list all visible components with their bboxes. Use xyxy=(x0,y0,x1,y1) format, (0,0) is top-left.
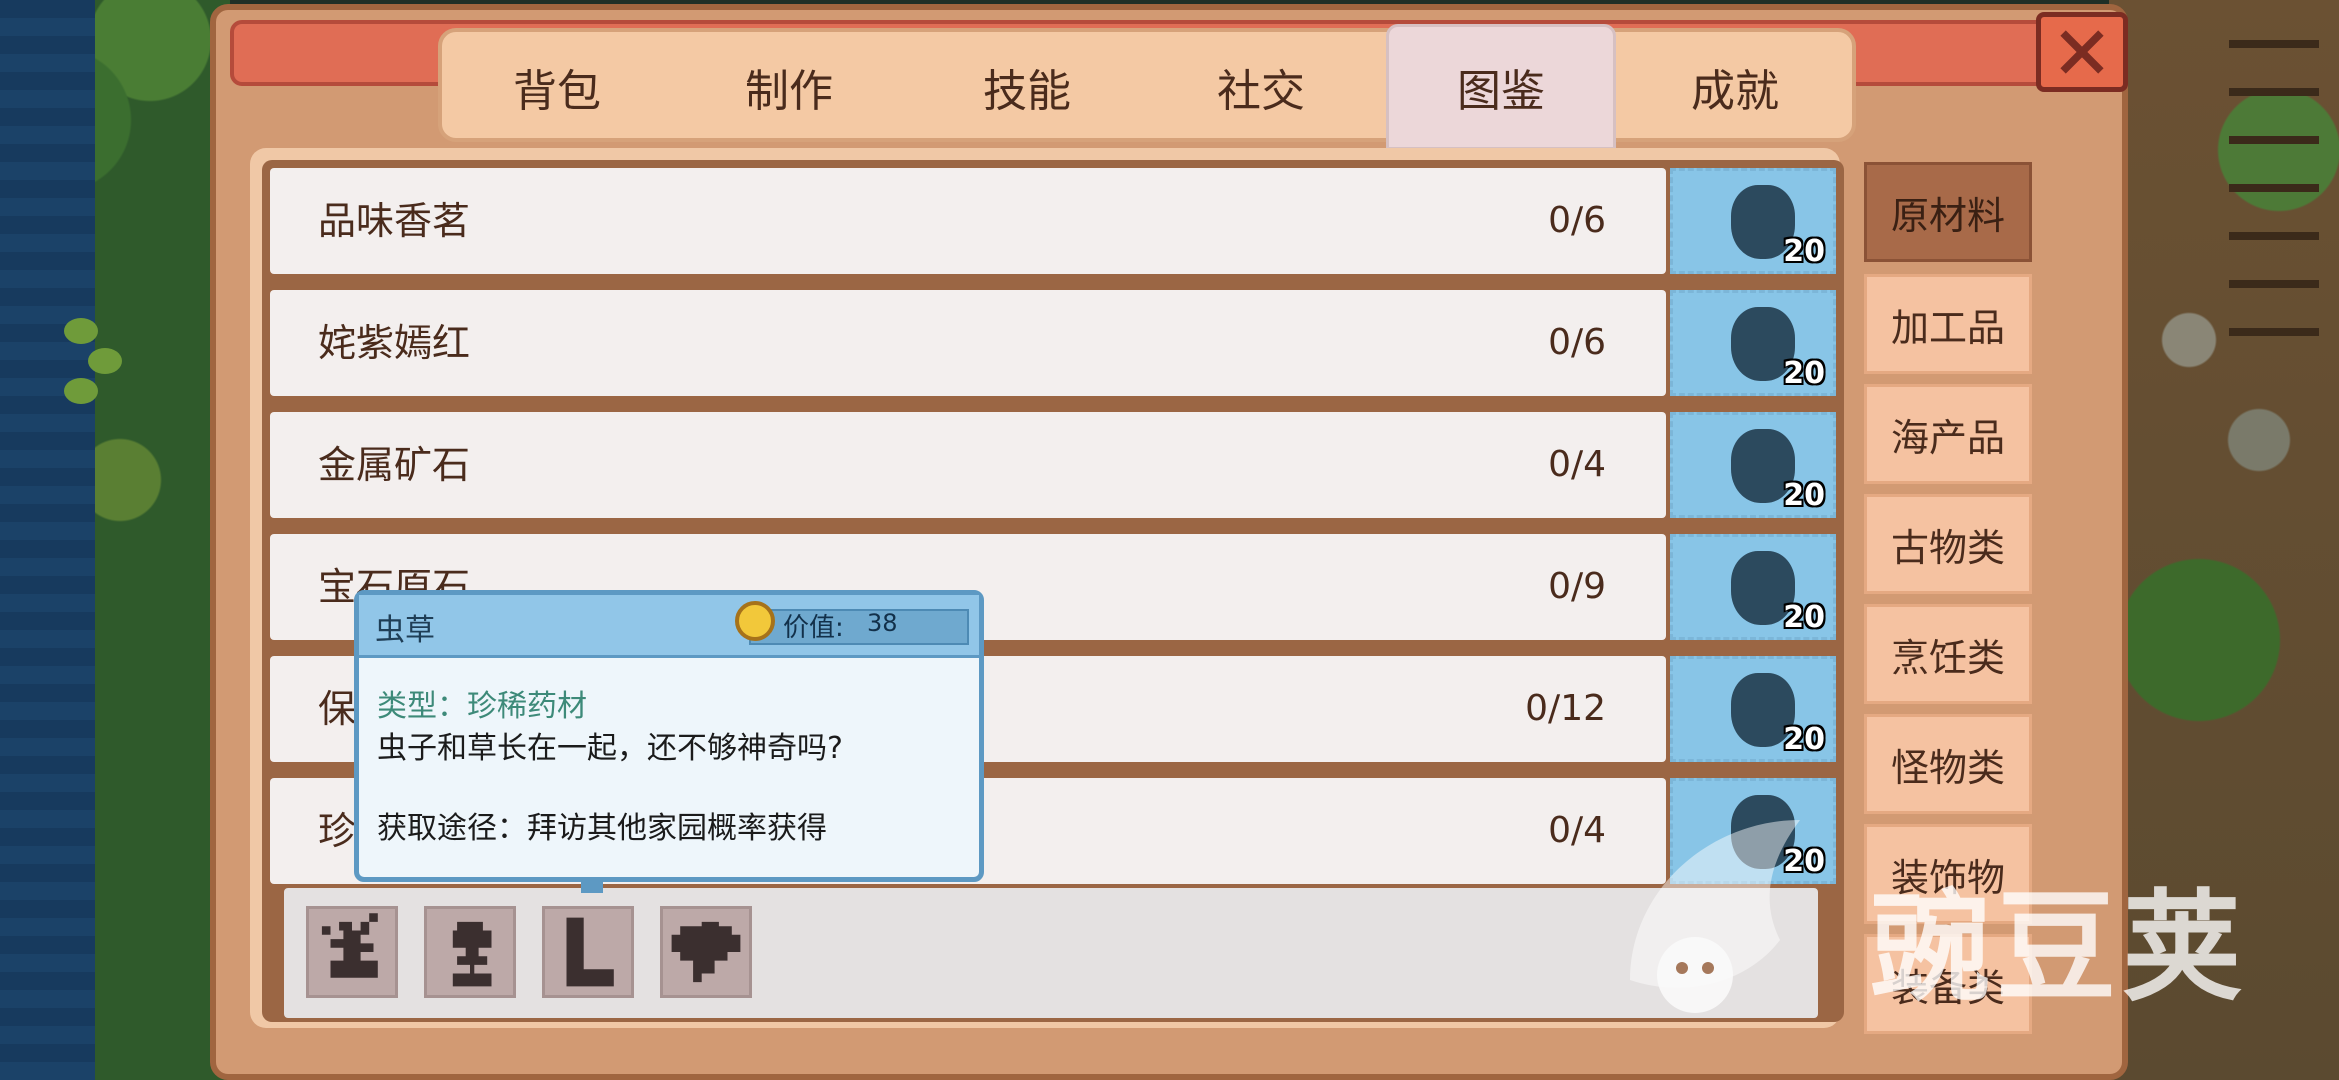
cloud-silhouette-icon xyxy=(671,921,741,983)
tooltip-source: 获取途径：拜访其他家园概率获得 xyxy=(377,811,827,846)
tab-bar: 背包 制作 技能 社交 图鉴 成就 xyxy=(438,24,1856,150)
category-seafood[interactable]: 海产品 xyxy=(1864,384,2032,484)
item-count: 0/4 xyxy=(1548,810,1606,851)
watermark: 豌豆荚 xyxy=(1600,780,2320,1040)
item-quantity-badge: 20 xyxy=(1783,234,1825,269)
item-tooltip: 虫草 价值: 38 类型：珍稀药材 虫子和草长在一起，还不够神奇吗? 获取途径：… xyxy=(354,590,984,893)
item-name-bar: 姹紫嫣红 0/6 xyxy=(270,290,1666,396)
tab-social[interactable]: 社交 xyxy=(1146,32,1376,142)
value-box xyxy=(749,609,969,645)
item-icon-slot[interactable]: 20 xyxy=(1670,412,1836,518)
item-quantity-badge: 20 xyxy=(1783,356,1825,391)
value-label: 价值: xyxy=(783,613,844,643)
item-name: 姹紫嫣红 xyxy=(318,321,471,365)
item-count: 0/6 xyxy=(1548,200,1606,241)
item-quantity-badge: 20 xyxy=(1783,722,1825,757)
item-name-bar: 品味香茗 0/6 xyxy=(270,168,1666,274)
item-slot[interactable] xyxy=(306,906,398,998)
item-count: 0/12 xyxy=(1525,688,1606,729)
tooltip-header: 虫草 价值: 38 xyxy=(359,595,979,658)
item-quantity-badge: 20 xyxy=(1783,600,1825,635)
item-icon-slot[interactable]: 20 xyxy=(1670,534,1836,640)
tab-label: 成就 xyxy=(1691,66,1779,117)
tab-achievements[interactable]: 成就 xyxy=(1620,32,1850,142)
item-name: 保 xyxy=(318,687,357,731)
close-icon xyxy=(2060,30,2104,74)
watermark-logo-icon xyxy=(1630,820,1800,1013)
tab-backpack[interactable]: 背包 xyxy=(442,32,672,142)
tab-collection[interactable]: 图鉴 xyxy=(1386,24,1616,150)
tooltip-item-name: 虫草 xyxy=(375,613,435,648)
list-item[interactable]: 金属矿石 0/4 20 xyxy=(270,412,1838,518)
item-name: 珍 xyxy=(318,809,357,853)
tab-label: 制作 xyxy=(745,66,833,117)
item-slot[interactable] xyxy=(542,906,634,998)
lily-pad xyxy=(64,378,98,404)
item-icon-slot[interactable]: 20 xyxy=(1670,656,1836,762)
category-label: 海产品 xyxy=(1890,415,2005,460)
lily-pad xyxy=(64,318,98,344)
fence xyxy=(2229,40,2319,340)
item-icon-slot[interactable]: 20 xyxy=(1670,168,1836,274)
list-item[interactable]: 品味香茗 0/6 20 xyxy=(270,168,1838,274)
item-slot[interactable] xyxy=(660,906,752,998)
tab-label: 图鉴 xyxy=(1457,66,1545,117)
tab-label: 技能 xyxy=(983,66,1071,117)
tab-crafting[interactable]: 制作 xyxy=(674,32,904,142)
item-quantity-badge: 20 xyxy=(1783,478,1825,513)
lily-pad xyxy=(88,348,122,374)
water xyxy=(0,0,95,1080)
item-count: 0/9 xyxy=(1548,566,1606,607)
sprout-silhouette-icon xyxy=(452,921,492,987)
category-label: 加工品 xyxy=(1890,305,2005,350)
item-name: 金属矿石 xyxy=(318,443,471,487)
category-label: 古物类 xyxy=(1890,525,2005,570)
close-button[interactable] xyxy=(2036,12,2128,92)
category-label: 原材料 xyxy=(1890,193,2005,238)
item-slot[interactable] xyxy=(424,906,516,998)
list-item[interactable]: 姹紫嫣红 0/6 20 xyxy=(270,290,1838,396)
tooltip-description: 虫子和草长在一起，还不够神奇吗? xyxy=(377,731,843,766)
tab-skills[interactable]: 技能 xyxy=(912,32,1142,142)
tooltip-pointer xyxy=(581,877,603,893)
background-left-scenery xyxy=(0,0,230,1080)
item-icon-slot[interactable]: 20 xyxy=(1670,290,1836,396)
tooltip-type: 类型：珍稀药材 xyxy=(377,689,587,724)
boot-silhouette-icon xyxy=(566,917,614,987)
item-count: 0/4 xyxy=(1548,444,1606,485)
category-cooking[interactable]: 烹饪类 xyxy=(1864,604,2032,704)
item-count: 0/6 xyxy=(1548,322,1606,363)
item-name-bar: 金属矿石 0/4 xyxy=(270,412,1666,518)
tab-label: 背包 xyxy=(513,66,601,117)
flower-silhouette-icon xyxy=(321,913,378,978)
watermark-text: 豌豆荚 xyxy=(1870,879,2248,1018)
category-antiques[interactable]: 古物类 xyxy=(1864,494,2032,594)
item-name: 品味香茗 xyxy=(318,199,471,243)
tab-label: 社交 xyxy=(1217,66,1305,117)
category-label: 烹饪类 xyxy=(1890,635,2005,680)
category-processed[interactable]: 加工品 xyxy=(1864,274,2032,374)
category-raw-materials[interactable]: 原材料 xyxy=(1864,162,2032,262)
value-number: 38 xyxy=(867,609,898,637)
coin-icon xyxy=(735,601,775,641)
